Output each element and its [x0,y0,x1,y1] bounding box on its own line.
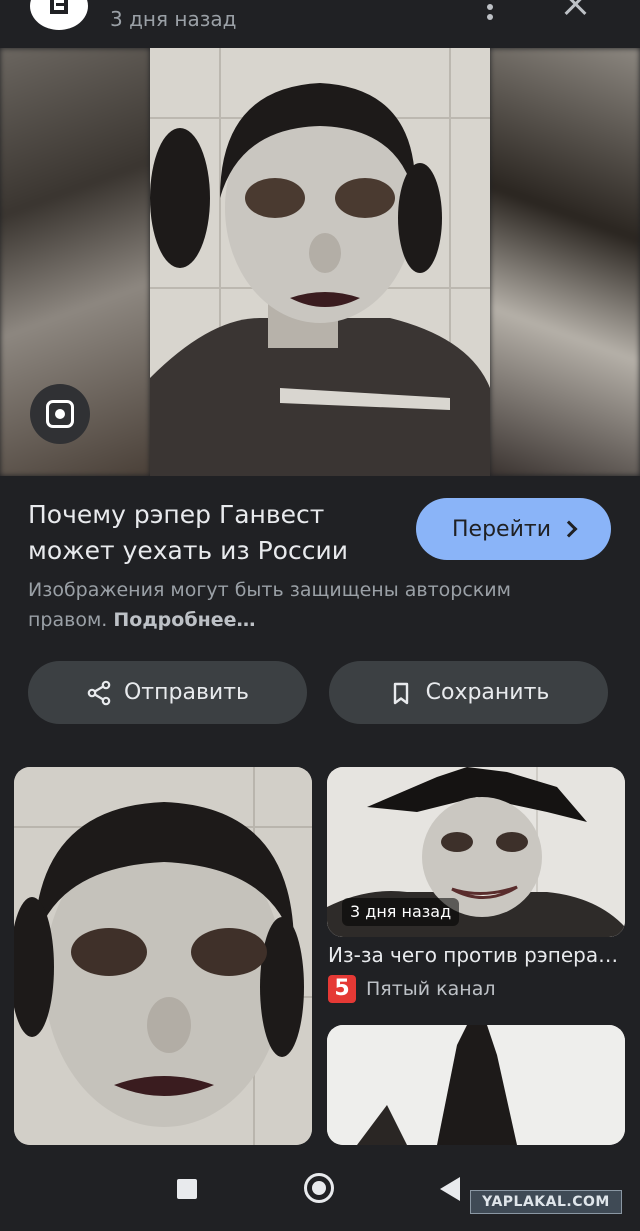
save-button[interactable]: Сохранить [329,661,608,724]
recents-icon[interactable] [177,1179,197,1199]
source-logo[interactable] [30,0,88,30]
watermark: YAPLAKAL.COM [470,1190,622,1214]
share-icon [87,680,111,705]
related-image-1[interactable] [14,767,312,1145]
copyright-notice: Изображения могут быть защищены авторски… [28,575,588,635]
visit-button-label: Перейти [452,516,551,542]
share-label: Отправить [123,680,249,705]
article-icon [50,0,68,14]
visit-button[interactable]: Перейти [416,498,611,560]
google-lens-icon[interactable] [30,384,90,444]
bookmark-icon [393,682,408,704]
time-badge: 3 дня назад [342,898,460,926]
share-button[interactable]: Отправить [28,661,307,724]
learn-more-link[interactable]: Подробнее… [113,609,255,631]
image-viewer[interactable] [0,48,640,476]
result-title[interactable]: Почему рэпер Ганвест может уехать из Рос… [28,497,398,569]
related-title[interactable]: Из-за чего против рэпера… [328,943,628,967]
channel-logo: 5 [328,975,356,1003]
close-icon[interactable] [560,0,590,20]
system-nav-bar [0,1147,640,1231]
copyright-text: Изображения могут быть защищены авторски… [28,579,511,631]
related-image-3[interactable] [327,1025,625,1145]
back-icon[interactable] [440,1177,460,1201]
source-name: Пятый канал [366,978,496,1000]
chevron-right-icon [560,520,578,538]
blurred-backdrop-right [490,48,640,476]
publish-time: 3 дня назад [110,7,237,31]
top-bar: 3 дня назад [0,0,640,48]
home-icon[interactable] [304,1173,334,1203]
save-label: Сохранить [425,680,550,705]
related-source[interactable]: 5 Пятый канал [328,975,496,1003]
kebab-menu-icon[interactable] [483,0,497,20]
main-photo[interactable] [150,48,490,476]
